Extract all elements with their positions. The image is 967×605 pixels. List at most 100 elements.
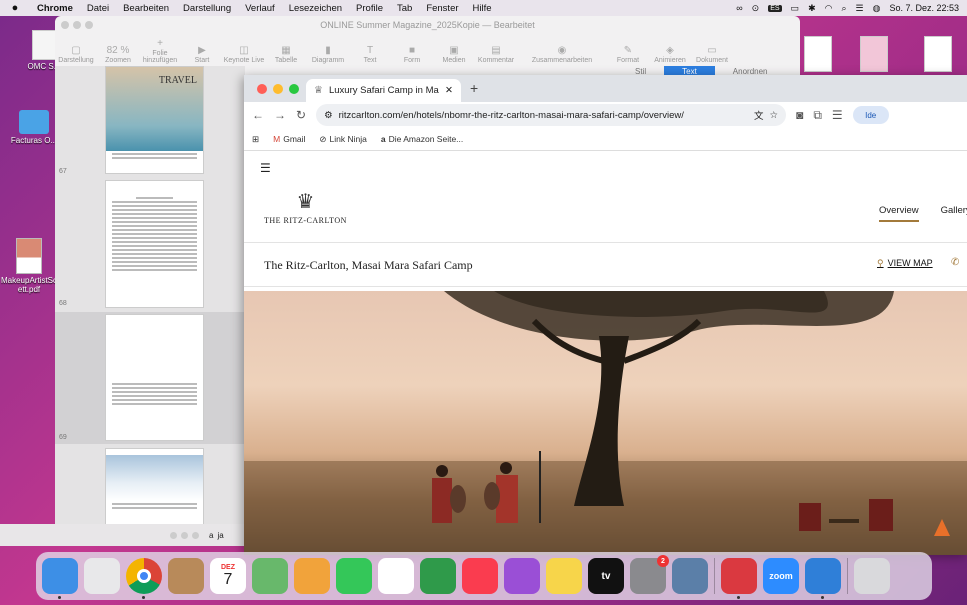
menu-profile[interactable]: Profile <box>349 3 390 14</box>
keyboard-input-badge[interactable]: ES <box>768 4 782 12</box>
spotlight-search-icon[interactable]: ⌕ <box>841 3 846 14</box>
toolbar-animieren[interactable]: ◈ Animieren <box>649 45 691 64</box>
expressvpn-icon[interactable] <box>721 558 757 599</box>
phone-icon[interactable]: ✆ <box>951 257 959 268</box>
forward-arrow-icon[interactable]: → <box>274 108 286 122</box>
desktop-document-thumb[interactable] <box>860 36 888 72</box>
finder-icon[interactable] <box>42 558 78 599</box>
toolbar-zoomen[interactable]: 82 % Zoomen <box>97 45 139 64</box>
toolbar-kommentar[interactable]: ▤ Kommentar <box>475 45 517 64</box>
zoom-icon[interactable]: zoom <box>763 558 799 594</box>
desktop-file-makeup-pdf[interactable]: MakeupArtistSc ett.pdf <box>0 238 58 294</box>
contacts-icon[interactable] <box>168 558 204 594</box>
site-info-icon[interactable]: ⚙ <box>324 110 333 121</box>
slide-thumb-selected[interactable] <box>105 314 204 441</box>
menu-datei[interactable]: Datei <box>80 3 116 14</box>
calendar-icon[interactable]: DEZ 7 <box>210 558 246 594</box>
close-tab-icon[interactable]: ✕ <box>445 85 453 96</box>
reload-icon[interactable]: ↻ <box>296 108 306 122</box>
browser-tab-active[interactable]: ♕ Luxury Safari Camp in Masai Mara ✕ <box>306 79 461 102</box>
toolbar-darstellung[interactable]: ▢ Darstellung <box>55 45 97 64</box>
menu-tab[interactable]: Tab <box>390 3 419 14</box>
translate-icon[interactable]: 文 <box>754 108 764 122</box>
siri-icon[interactable]: ◍ <box>873 3 881 14</box>
nav-overview[interactable]: Overview <box>879 205 919 222</box>
toolbar-keynote-live[interactable]: ◫ Keynote Live <box>223 45 265 64</box>
system-settings-icon[interactable]: 2 <box>630 555 669 594</box>
toolbar-tabelle[interactable]: ▦ Tabelle <box>265 45 307 64</box>
music-icon[interactable] <box>462 558 498 594</box>
launchpad-icon[interactable] <box>84 558 120 594</box>
menu-bearbeiten[interactable]: Bearbeiten <box>116 3 176 14</box>
back-arrow-icon[interactable]: ← <box>252 108 264 122</box>
notes-icon[interactable] <box>546 558 582 594</box>
desktop-document-thumb[interactable] <box>804 36 832 72</box>
menu-app-chrome[interactable]: Chrome <box>30 3 80 14</box>
url-text[interactable]: ritzcarlton.com/en/hotels/nbomr-the-ritz… <box>339 110 748 121</box>
toolbar-start[interactable]: ▶ Start <box>181 45 223 64</box>
toolbar-text[interactable]: T Text <box>349 45 391 64</box>
new-tab-button[interactable]: + <box>470 80 478 96</box>
focus-icon[interactable]: ⊙ <box>752 3 760 14</box>
zoom-window-button[interactable] <box>85 21 93 29</box>
control-center-icon[interactable]: ☰ <box>856 3 864 14</box>
menu-lesezeichen[interactable]: Lesezeichen <box>282 3 349 14</box>
toolbar-glyph: 82 % <box>106 45 130 56</box>
trash-icon[interactable] <box>854 558 890 594</box>
bookmark-amazon[interactable]: a Die Amazon Seite... <box>381 134 463 144</box>
toolbar-format[interactable]: ✎ Format <box>607 45 649 64</box>
menu-hilfe[interactable]: Hilfe <box>466 3 499 14</box>
zoom-window-button[interactable] <box>289 84 299 94</box>
wifi-icon[interactable]: ◠ <box>825 3 833 14</box>
bookmark-star-icon[interactable]: ☆ <box>770 110 779 121</box>
minimize-window-button[interactable] <box>73 21 81 29</box>
reminders-icon[interactable] <box>378 558 414 594</box>
creative-cloud-icon[interactable]: ∞ <box>736 3 742 13</box>
battery-icon[interactable]: ▭ <box>791 3 800 14</box>
bookmark-gmail[interactable]: M Gmail <box>273 134 305 144</box>
omnibox[interactable]: ⚙ ritzcarlton.com/en/hotels/nbomr-the-ri… <box>316 104 787 126</box>
profile-button[interactable]: Ide <box>852 106 889 124</box>
view-map-link[interactable]: ⚲ VIEW MAP <box>877 258 933 269</box>
dock-separator <box>714 558 715 594</box>
reading-list-icon[interactable]: ☰ <box>832 108 843 122</box>
toolbar-form[interactable]: ■ Form <box>391 45 433 64</box>
close-window-button[interactable] <box>61 21 69 29</box>
menu-fenster[interactable]: Fenster <box>419 3 465 14</box>
close-window-button[interactable] <box>257 84 267 94</box>
dock-separator <box>847 558 848 594</box>
hamburger-menu-icon[interactable]: ☰ <box>260 161 271 175</box>
apps-grid-icon[interactable]: ⊞ <box>252 134 259 145</box>
pages-icon[interactable] <box>294 558 330 594</box>
minimize-window-button[interactable] <box>273 84 283 94</box>
podcasts-icon[interactable] <box>504 558 540 594</box>
nav-gallery[interactable]: Gallery <box>941 205 967 222</box>
menu-clock[interactable]: So. 7. Dez. 22:53 <box>889 3 959 13</box>
screenshot-icon[interactable]: ◙ <box>796 108 803 122</box>
tv-icon[interactable]: tv <box>588 558 624 594</box>
preview-icon[interactable] <box>672 558 708 594</box>
keynote-icon[interactable] <box>805 558 841 599</box>
extensions-icon[interactable]: ⧉ <box>813 108 822 123</box>
slide-thumb[interactable]: TRAVEL <box>105 66 204 174</box>
numbers-icon[interactable] <box>420 558 456 594</box>
chrome-icon[interactable] <box>126 558 162 599</box>
toolbar-diagramm[interactable]: ▮ Diagramm <box>307 45 349 64</box>
minimized-window-strip[interactable]: a ja <box>0 524 244 546</box>
maps-icon[interactable] <box>252 558 288 594</box>
bookmark-link-ninja[interactable]: ⊘ Link Ninja <box>319 134 366 145</box>
apple-menu-icon[interactable]: ● <box>0 2 30 14</box>
menu-verlauf[interactable]: Verlauf <box>238 3 282 14</box>
slide-thumb[interactable] <box>105 180 204 308</box>
facetime-icon[interactable] <box>336 558 372 594</box>
toolbar-folie-hinzuf-gen[interactable]: + Folie hinzufügen <box>139 38 181 64</box>
menu-darstellung[interactable]: Darstellung <box>176 3 238 14</box>
bluetooth-icon[interactable]: ✱ <box>808 3 816 14</box>
toolbar-medien[interactable]: ▣ Medien <box>433 45 475 64</box>
toolbar-dokument[interactable]: ▭ Dokument <box>691 45 733 64</box>
ritz-carlton-logo[interactable]: ♛ THE RITZ-CARLTON <box>264 189 347 225</box>
desktop-document-thumb[interactable] <box>924 36 952 72</box>
toolbar-zusammenarbeiten[interactable]: ◉ Zusammenarbeiten <box>517 45 607 64</box>
desktop-folder-facturas[interactable]: Facturas O... <box>6 110 62 145</box>
chrome-window: ♕ Luxury Safari Camp in Masai Mara ✕ + ←… <box>244 75 967 555</box>
